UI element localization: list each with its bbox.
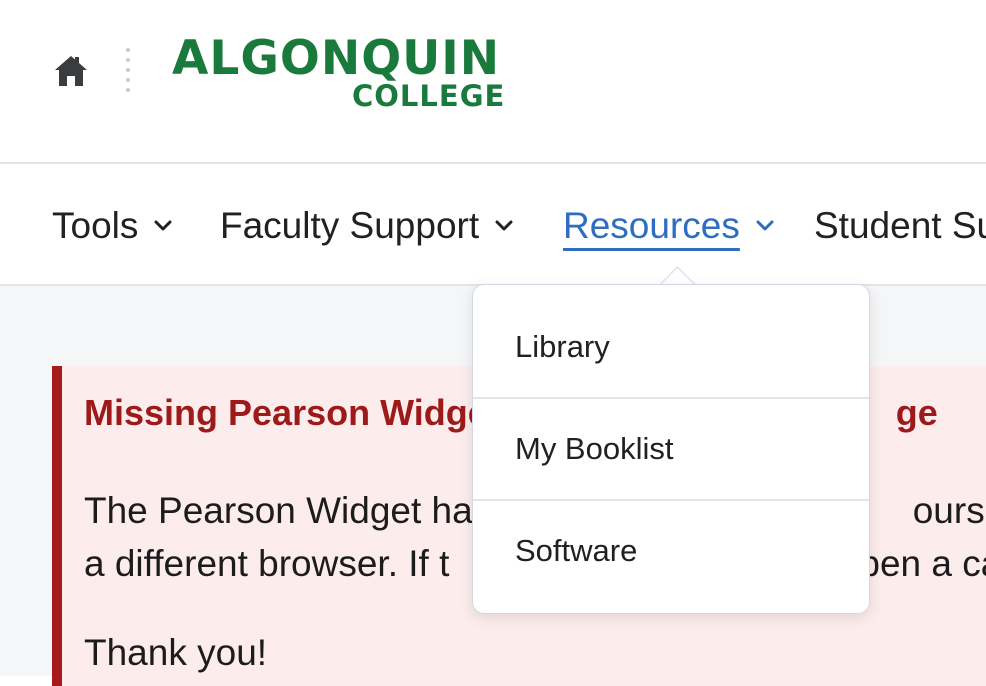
main-nav: Tools Faculty Support Resources Student …: [0, 164, 986, 286]
alert-thanks: Thank you!: [84, 632, 268, 673]
nav-faculty-support[interactable]: Faculty Support: [220, 202, 513, 250]
menu-item-my-booklist[interactable]: My Booklist: [473, 399, 869, 499]
nav-faculty-support-label: Faculty Support: [220, 205, 480, 246]
alert-body-line2-left: a different browser. If t: [84, 543, 450, 584]
menu-item-software[interactable]: Software: [473, 501, 869, 601]
logo-line1: ALGONQUIN: [172, 31, 501, 86]
home-button[interactable]: [52, 52, 90, 90]
menu-item-library[interactable]: Library: [473, 297, 869, 397]
alert-title-start: Missing Pearson Widge: [84, 392, 488, 433]
resources-dropdown-menu: Library My Booklist Software: [472, 284, 870, 614]
dropdown-caret: [658, 264, 698, 286]
home-icon: [55, 56, 87, 86]
chevron-down-icon: [154, 220, 172, 231]
nav-student-support-label: Student Su: [814, 205, 986, 246]
nav-tools-label: Tools: [52, 205, 139, 246]
logo-line2: COLLEGE: [352, 79, 506, 113]
nav-resources-label: Resources: [563, 205, 740, 246]
separator-dots: [126, 48, 132, 96]
alert-body-line1-left: The Pearson Widget ha: [84, 490, 473, 531]
chevron-down-icon: [756, 220, 774, 231]
algonquin-college-logo[interactable]: ALGONQUIN COLLEGE: [172, 31, 514, 113]
alert-title-end: ge: [895, 392, 938, 433]
nav-student-support[interactable]: Student Su: [814, 202, 986, 250]
site-header: ALGONQUIN COLLEGE: [0, 0, 986, 164]
chevron-down-icon: [495, 220, 513, 231]
alert-body-line1-right: ourses.: [912, 490, 986, 531]
nav-resources[interactable]: Resources: [563, 202, 774, 250]
nav-tools[interactable]: Tools: [52, 202, 172, 250]
alert-body-line2-right: pen a ca: [859, 543, 986, 584]
